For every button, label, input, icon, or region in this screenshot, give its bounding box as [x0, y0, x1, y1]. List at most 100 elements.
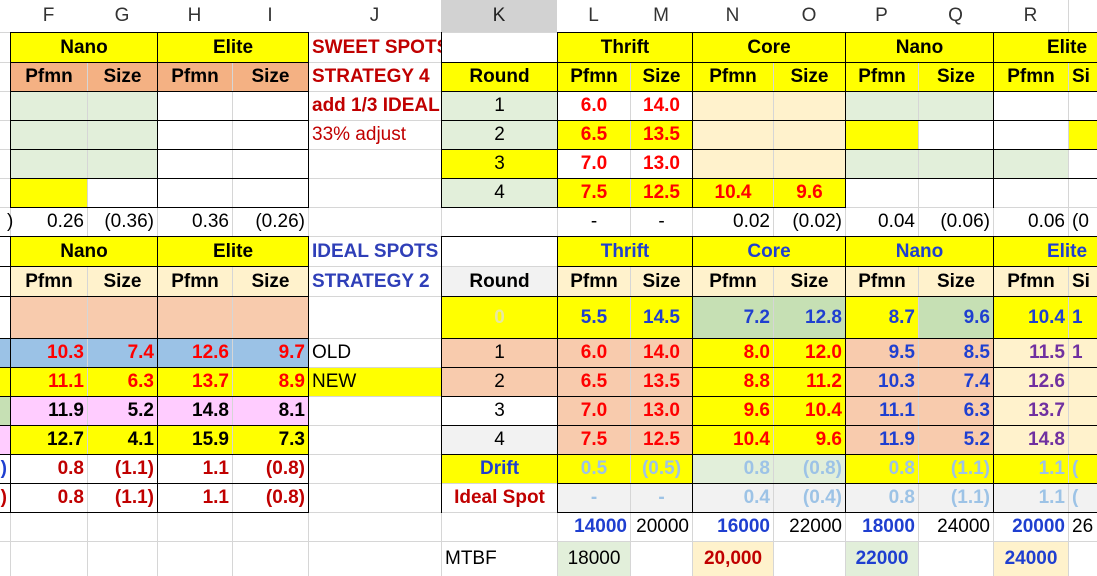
cell[interactable]: Pfmn	[11, 267, 87, 296]
cell[interactable]: 14.5	[631, 297, 692, 338]
column-header-i[interactable]: I	[232, 0, 308, 32]
cell[interactable]: Pfmn	[158, 267, 232, 296]
cell[interactable]: 20000	[631, 513, 692, 541]
column-header-o[interactable]: O	[773, 0, 845, 32]
cell[interactable]: Size	[88, 267, 157, 296]
cell[interactable]: (1.1)	[88, 455, 157, 483]
cell[interactable]: 5.2	[919, 426, 993, 454]
cell[interactable]: 33% adjust	[309, 121, 441, 149]
cell[interactable]: 1.1	[158, 455, 232, 483]
cell[interactable]: 6.0	[558, 92, 630, 120]
cell[interactable]: 18000	[846, 513, 918, 541]
cell[interactable]: 10.4	[693, 179, 773, 207]
column-header-n[interactable]: N	[692, 0, 773, 32]
cell[interactable]: 12.0	[774, 339, 845, 367]
cell[interactable]: Pfmn	[558, 267, 630, 296]
cell[interactable]: Si	[1069, 63, 1097, 91]
cell[interactable]: 6.5	[558, 121, 630, 149]
cell[interactable]	[774, 92, 845, 120]
cell[interactable]: 16000	[693, 513, 773, 541]
cell[interactable]: -	[558, 208, 630, 236]
cell[interactable]: Elite	[994, 33, 1097, 62]
cell[interactable]	[1069, 397, 1097, 425]
cell[interactable]	[0, 368, 10, 396]
cell[interactable]: 11.2	[774, 368, 845, 396]
cell[interactable]: 9.6	[774, 426, 845, 454]
cell[interactable]: 1	[1069, 339, 1097, 367]
cell[interactable]: (0.4)	[774, 484, 845, 512]
cell[interactable]: Size	[88, 63, 157, 91]
cell[interactable]: 7.3	[233, 426, 308, 454]
cell[interactable]: (0.8)	[233, 484, 308, 512]
cell[interactable]: Pfmn	[558, 63, 630, 91]
cell[interactable]	[11, 92, 87, 120]
cell[interactable]: Pfmn	[693, 267, 773, 296]
cell[interactable]: Thrift	[558, 33, 692, 62]
cell[interactable]	[0, 397, 10, 425]
cell[interactable]: Elite	[158, 237, 308, 266]
cell[interactable]: 0.36	[158, 208, 232, 236]
cell[interactable]	[846, 92, 918, 120]
column-header-f[interactable]: F	[10, 0, 87, 32]
column-header-g[interactable]: G	[87, 0, 157, 32]
cell[interactable]: 1.1	[994, 455, 1068, 483]
cell[interactable]	[693, 121, 773, 149]
cell[interactable]	[846, 121, 918, 149]
cell[interactable]: Nano	[846, 237, 993, 266]
cell[interactable]: Pfmn	[158, 63, 232, 91]
cell[interactable]: Ideal Spot	[442, 484, 557, 512]
cell[interactable]: 13.7	[158, 368, 232, 396]
cell[interactable]: 7.5	[558, 426, 630, 454]
cell[interactable]: 0.8	[11, 484, 87, 512]
cell[interactable]: Nano	[846, 33, 993, 62]
cell[interactable]: STRATEGY 2	[309, 267, 441, 296]
cell[interactable]: Size	[774, 63, 845, 91]
cell[interactable]: 13.7	[994, 397, 1068, 425]
cell[interactable]: 12.6	[994, 368, 1068, 396]
cell[interactable]: Thrift	[558, 237, 692, 266]
cell[interactable]: 7.0	[558, 150, 630, 178]
cell[interactable]: 9.6	[693, 397, 773, 425]
cell[interactable]: 8.9	[233, 368, 308, 396]
cell[interactable]: 6.3	[919, 397, 993, 425]
cell[interactable]: 0.04	[846, 208, 918, 236]
cell[interactable]: 3	[442, 150, 557, 178]
cell[interactable]	[233, 297, 308, 338]
column-header-m[interactable]: M	[630, 0, 692, 32]
cell[interactable]: -	[631, 484, 692, 512]
cell[interactable]	[1069, 426, 1097, 454]
cell[interactable]: MTBF	[442, 542, 557, 576]
cell[interactable]: 0.02	[693, 208, 773, 236]
cell[interactable]: (0.02)	[774, 208, 845, 236]
cell[interactable]: Round	[442, 63, 557, 91]
cell[interactable]: 9.5	[846, 339, 918, 367]
cell[interactable]: Elite	[994, 237, 1097, 266]
column-header-q[interactable]: Q	[918, 0, 993, 32]
cell[interactable]: Size	[631, 63, 692, 91]
cell[interactable]: Pfmn	[994, 63, 1068, 91]
cell[interactable]: (0	[1069, 208, 1097, 236]
cell[interactable]: 8.0	[693, 339, 773, 367]
cell[interactable]: 8.7	[846, 297, 918, 338]
column-header-k[interactable]: K	[441, 0, 557, 32]
cell[interactable]: (0.06)	[919, 208, 993, 236]
cell[interactable]: 11.1	[846, 397, 918, 425]
cell[interactable]: 6.0	[558, 339, 630, 367]
cell[interactable]: Pfmn	[846, 63, 918, 91]
cell[interactable]: IDEAL SPOTS	[309, 237, 441, 266]
cell[interactable]: 8.8	[693, 368, 773, 396]
cell[interactable]: 15.9	[158, 426, 232, 454]
cell[interactable]: 22000	[846, 542, 918, 576]
cell[interactable]: 11.5	[994, 339, 1068, 367]
cell[interactable]: (1.1)	[919, 455, 993, 483]
cell[interactable]: (	[1069, 484, 1097, 512]
cell[interactable]: 0.5	[558, 455, 630, 483]
cell[interactable]: (0.36)	[88, 208, 157, 236]
cell[interactable]: 13.0	[631, 397, 692, 425]
cell[interactable]: 13.5	[631, 368, 692, 396]
cell[interactable]: Size	[233, 63, 308, 91]
cell[interactable]: )	[0, 455, 10, 483]
cell[interactable]: 9.6	[774, 179, 845, 207]
cell[interactable]: 18000	[558, 542, 630, 576]
cell[interactable]: 6.5	[558, 368, 630, 396]
